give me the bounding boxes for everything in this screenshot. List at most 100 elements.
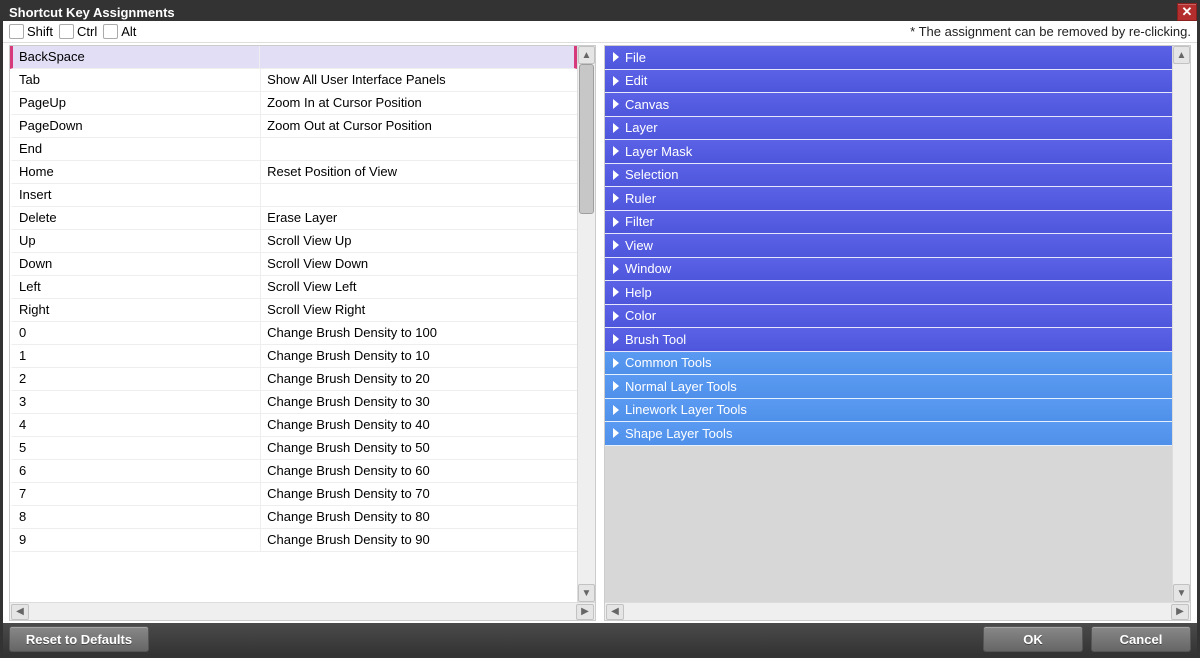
category-item[interactable]: Ruler bbox=[605, 187, 1172, 211]
scroll-up-icon[interactable]: ▲ bbox=[1173, 46, 1190, 64]
expand-icon bbox=[613, 240, 619, 250]
shift-checkbox[interactable] bbox=[9, 24, 24, 39]
category-item[interactable]: Layer bbox=[605, 117, 1172, 141]
key-row[interactable]: PageUpZoom In at Cursor Position bbox=[10, 92, 577, 115]
category-label: Linework Layer Tools bbox=[625, 402, 747, 417]
category-item[interactable]: Filter bbox=[605, 211, 1172, 235]
expand-icon bbox=[613, 405, 619, 415]
action-cell: Scroll View Down bbox=[261, 253, 577, 275]
expand-icon bbox=[613, 76, 619, 86]
scroll-up-icon[interactable]: ▲ bbox=[578, 46, 595, 64]
action-cell: Change Brush Density to 80 bbox=[261, 506, 577, 528]
key-row[interactable]: HomeReset Position of View bbox=[10, 161, 577, 184]
category-item[interactable]: Layer Mask bbox=[605, 140, 1172, 164]
scroll-down-icon[interactable]: ▼ bbox=[1173, 584, 1190, 602]
action-cell: Change Brush Density to 70 bbox=[261, 483, 577, 505]
key-list[interactable]: BackSpaceTabShow All User Interface Pane… bbox=[10, 46, 577, 602]
close-button[interactable]: ✕ bbox=[1177, 3, 1197, 21]
category-list[interactable]: FileEdit Canvas LayerLayer MaskSelectionRu… bbox=[605, 46, 1172, 602]
ctrl-checkbox[interactable] bbox=[59, 24, 74, 39]
expand-icon bbox=[613, 428, 619, 438]
cancel-button[interactable]: Cancel bbox=[1091, 626, 1191, 652]
scrollbar-thumb[interactable] bbox=[579, 64, 594, 214]
key-cell: 5 bbox=[13, 437, 261, 459]
category-label: Canvas bbox=[625, 97, 669, 112]
ctrl-label: Ctrl bbox=[77, 24, 97, 39]
key-cell: Home bbox=[13, 161, 261, 183]
key-row[interactable]: UpScroll View Up bbox=[10, 230, 577, 253]
key-row[interactable]: Insert bbox=[10, 184, 577, 207]
key-row[interactable]: DeleteErase Layer bbox=[10, 207, 577, 230]
category-list-vertical-scrollbar[interactable]: ▲ ▼ bbox=[1172, 46, 1190, 602]
key-row[interactable]: LeftScroll View Left bbox=[10, 276, 577, 299]
key-row[interactable]: 4Change Brush Density to 40 bbox=[10, 414, 577, 437]
content-area: BackSpaceTabShow All User Interface Pane… bbox=[3, 43, 1197, 623]
key-row[interactable]: TabShow All User Interface Panels bbox=[10, 69, 577, 92]
expand-icon bbox=[613, 146, 619, 156]
category-label: Color bbox=[625, 308, 656, 323]
key-list-vertical-scrollbar[interactable]: ▲ ▼ bbox=[577, 46, 595, 602]
key-row[interactable]: RightScroll View Right bbox=[10, 299, 577, 322]
category-list-horizontal-scrollbar[interactable]: ◀ ▶ bbox=[605, 602, 1190, 620]
key-row[interactable]: 6Change Brush Density to 60 bbox=[10, 460, 577, 483]
category-item[interactable]: Canvas bbox=[605, 93, 1172, 117]
category-item[interactable]: File bbox=[605, 46, 1172, 70]
category-item[interactable]: Selection bbox=[605, 164, 1172, 188]
action-cell: Change Brush Density to 10 bbox=[261, 345, 577, 367]
scroll-right-icon[interactable]: ▶ bbox=[1171, 604, 1189, 620]
category-item[interactable]: Brush Tool bbox=[605, 328, 1172, 352]
category-item[interactable]: Edit bbox=[605, 70, 1172, 94]
action-cell: Scroll View Right bbox=[261, 299, 577, 321]
action-cell: Zoom Out at Cursor Position bbox=[261, 115, 577, 137]
key-row[interactable]: 8Change Brush Density to 80 bbox=[10, 506, 577, 529]
alt-modifier[interactable]: Alt bbox=[103, 24, 136, 39]
category-item[interactable]: Common Tools bbox=[605, 352, 1172, 376]
category-label: Brush Tool bbox=[625, 332, 686, 347]
key-list-horizontal-scrollbar[interactable]: ◀ ▶ bbox=[10, 602, 595, 620]
key-cell: Insert bbox=[13, 184, 261, 206]
reset-to-defaults-button[interactable]: Reset to Defaults bbox=[9, 626, 149, 652]
key-row[interactable]: 5Change Brush Density to 50 bbox=[10, 437, 577, 460]
action-cell: Change Brush Density to 50 bbox=[261, 437, 577, 459]
scroll-down-icon[interactable]: ▼ bbox=[578, 584, 595, 602]
shift-modifier[interactable]: Shift bbox=[9, 24, 53, 39]
scroll-left-icon[interactable]: ◀ bbox=[606, 604, 624, 620]
key-row[interactable]: 0Change Brush Density to 100 bbox=[10, 322, 577, 345]
action-cell: Scroll View Up bbox=[261, 230, 577, 252]
key-row[interactable]: PageDownZoom Out at Cursor Position bbox=[10, 115, 577, 138]
category-item[interactable]: Linework Layer Tools bbox=[605, 399, 1172, 423]
key-row[interactable]: 3Change Brush Density to 30 bbox=[10, 391, 577, 414]
category-panel: FileEdit Canvas LayerLayer MaskSelectionRu… bbox=[604, 45, 1191, 621]
category-label: Normal Layer Tools bbox=[625, 379, 737, 394]
scroll-right-icon[interactable]: ▶ bbox=[576, 604, 594, 620]
shift-label: Shift bbox=[27, 24, 53, 39]
category-label: View bbox=[625, 238, 653, 253]
category-item[interactable]: Normal Layer Tools bbox=[605, 375, 1172, 399]
category-item[interactable]: Shape Layer Tools bbox=[605, 422, 1172, 446]
key-row[interactable]: 9Change Brush Density to 90 bbox=[10, 529, 577, 552]
key-row[interactable]: End bbox=[10, 138, 577, 161]
key-row[interactable]: 1Change Brush Density to 10 bbox=[10, 345, 577, 368]
alt-checkbox[interactable] bbox=[103, 24, 118, 39]
expand-icon bbox=[613, 99, 619, 109]
category-item[interactable]: Help bbox=[605, 281, 1172, 305]
key-row[interactable]: 7Change Brush Density to 70 bbox=[10, 483, 577, 506]
expand-icon bbox=[613, 381, 619, 391]
expand-icon bbox=[613, 123, 619, 133]
key-row[interactable]: BackSpace bbox=[10, 46, 577, 69]
key-row[interactable]: DownScroll View Down bbox=[10, 253, 577, 276]
scroll-left-icon[interactable]: ◀ bbox=[11, 604, 29, 620]
category-item[interactable]: View bbox=[605, 234, 1172, 258]
key-cell: PageDown bbox=[13, 115, 261, 137]
ok-button[interactable]: OK bbox=[983, 626, 1083, 652]
category-item[interactable]: Window bbox=[605, 258, 1172, 282]
category-item[interactable]: Color bbox=[605, 305, 1172, 329]
ctrl-modifier[interactable]: Ctrl bbox=[59, 24, 97, 39]
key-row[interactable]: 2Change Brush Density to 20 bbox=[10, 368, 577, 391]
key-assignments-panel: BackSpaceTabShow All User Interface Pane… bbox=[9, 45, 596, 621]
action-cell bbox=[260, 46, 574, 68]
window-title: Shortcut Key Assignments bbox=[9, 5, 175, 20]
action-cell: Erase Layer bbox=[261, 207, 577, 229]
key-cell: 8 bbox=[13, 506, 261, 528]
action-cell: Change Brush Density to 20 bbox=[261, 368, 577, 390]
